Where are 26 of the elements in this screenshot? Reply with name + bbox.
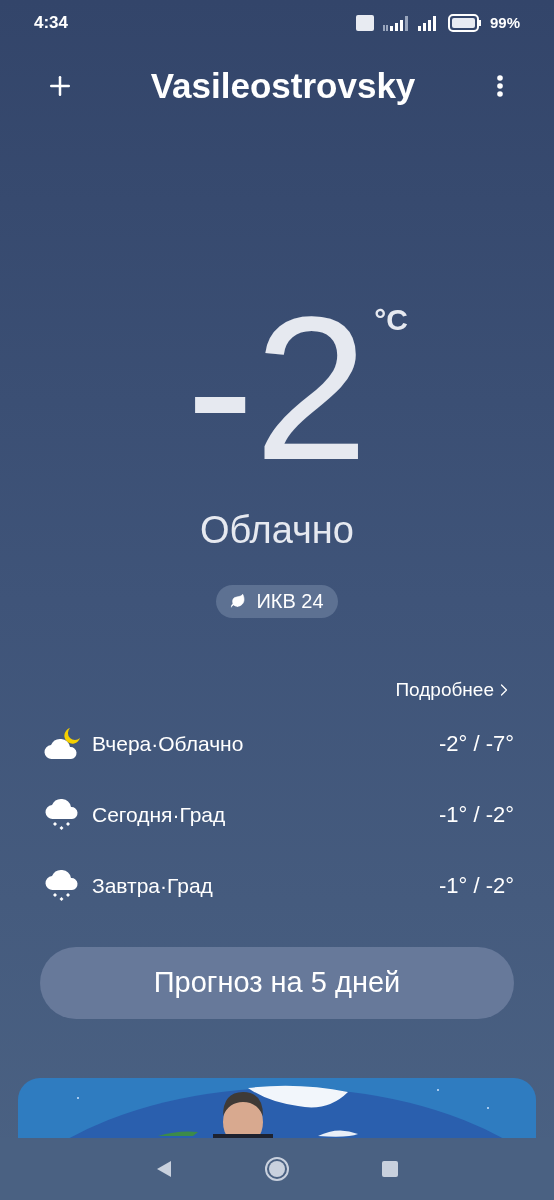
back-icon[interactable]	[156, 1160, 172, 1179]
details-link[interactable]: Подробнее	[395, 675, 514, 705]
cloudy-night-icon	[43, 726, 81, 761]
temperature-range: -1° / -2°	[438, 801, 514, 830]
five-day-forecast-button[interactable]: Прогноз на 5 дней	[40, 947, 514, 1020]
signal-icon	[381, 15, 410, 32]
more-icon	[497, 74, 503, 97]
temperature-range: -1° / -2°	[438, 872, 514, 901]
air-quality-badge[interactable]: ИКВ 24	[216, 584, 338, 618]
current-temperature: -2	[186, 284, 369, 490]
battery-icon	[447, 14, 482, 33]
hail-cloud-icon	[44, 867, 80, 904]
forecast-day: Завтра·Град	[92, 869, 439, 902]
temperature-unit: °C	[374, 301, 408, 338]
weather-condition: Облачно	[200, 507, 354, 553]
city-title: Vasileostrovsky	[150, 64, 416, 107]
temperature-range: -2° / -7°	[438, 730, 514, 759]
air-quality-text: ИКВ 24	[256, 589, 324, 615]
status-time: 4:34	[34, 12, 69, 35]
forecast-day: Сегодня·Град	[92, 798, 439, 831]
recents-icon[interactable]	[382, 1161, 398, 1178]
battery-percent: 99%	[489, 12, 520, 33]
home-icon[interactable]	[264, 1156, 290, 1183]
leaf-icon	[230, 593, 247, 610]
hail-cloud-icon	[44, 796, 80, 833]
forecast-day: Вчера·Облачно	[92, 727, 439, 760]
